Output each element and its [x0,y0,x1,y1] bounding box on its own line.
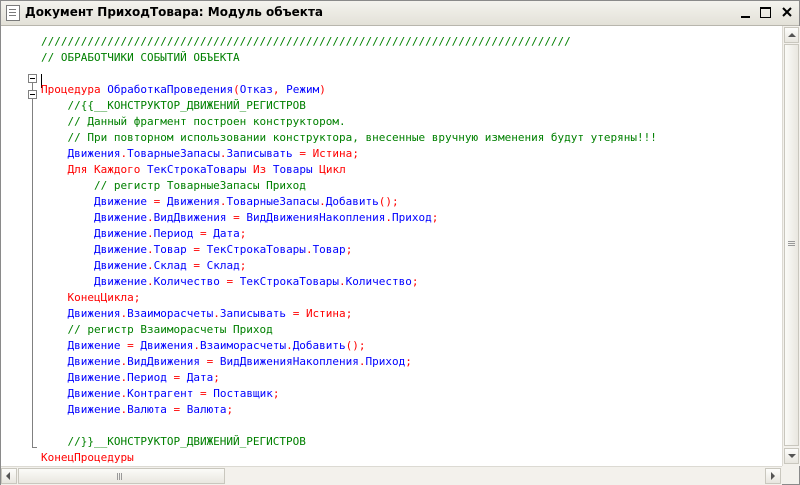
size-grip [782,466,799,484]
code-line: // Данный фрагмент построен конструкторо… [41,115,346,128]
code-line: Движения.Взаиморасчеты.Записывать = Исти… [67,307,353,320]
code-line: Движение.Товар = ТекСтрокаТовары.Товар; [93,243,353,256]
code-line: Движение.Количество = ТекСтрокаТовары.Ко… [93,275,419,288]
horizontal-scroll-thumb[interactable] [18,468,225,484]
code-editor[interactable]: ////////////////////////////////////////… [1,26,782,466]
code-line: ////////////////////////////////////////… [41,35,571,48]
code-line: Для Каждого ТекСтрокаТовары Из Товары Ци… [67,163,346,176]
close-button[interactable] [778,4,796,21]
horizontal-scrollbar[interactable] [1,466,782,485]
code-line: // При повторном использовании конструкт… [41,131,657,144]
title-bar[interactable]: Документ ПриходТовара: Модуль объекта [1,1,799,26]
code-line: Движения.ТоварныеЗапасы.Записывать = Ист… [67,147,359,160]
scroll-up-button[interactable] [784,27,799,43]
close-icon [782,7,792,17]
code-line: КонецПроцедуры [41,451,134,464]
fold-toggle-icon[interactable] [28,90,37,99]
code-line: Процедура ОбработкаПроведения(Отказ, Реж… [41,83,326,96]
fold-end-marker [32,447,37,448]
fold-toggle-icon[interactable] [28,74,37,83]
code-line: КонецЦикла; [67,291,141,304]
vertical-scrollbar[interactable] [782,26,800,466]
scroll-right-button[interactable] [765,468,781,484]
code-line: Движение.Период = Дата; [93,227,247,240]
module-window: Документ ПриходТовара: Модуль объекта //… [0,0,800,485]
window-title: Документ ПриходТовара: Модуль объекта [25,5,324,19]
scroll-down-button[interactable] [784,448,799,464]
code-line: Движение.Склад = Склад; [93,259,247,272]
code-line: Движение.ВидДвижения = ВидДвиженияНакопл… [67,355,412,368]
document-icon [6,5,20,21]
code-line: Движение.Валюта = Валюта; [67,403,234,416]
code-line: // ОБРАБОТЧИКИ СОБЫТИЙ ОБЪЕКТА [41,51,240,64]
code-line: // регистр Взаиморасчеты Приход [41,323,273,336]
code-line: Движение.Период = Дата; [67,371,220,384]
code-line: // регистр ТоварныеЗапасы Приход [41,179,306,192]
code-line: Движение = Движения.Взаиморасчеты.Добави… [67,339,366,352]
vertical-scroll-thumb[interactable] [784,44,799,446]
scroll-left-button[interactable] [1,468,17,484]
maximize-button[interactable] [757,4,775,21]
fold-guide [32,83,33,447]
code-line: //{{__КОНСТРУКТОР_ДВИЖЕНИЙ_РЕГИСТРОВ [41,99,306,112]
code-line: Движение.ВидДвижения = ВидДвиженияНакопл… [93,211,439,224]
code-line: Движение = Движения.ТоварныеЗапасы.Добав… [93,195,399,208]
minimize-button[interactable] [737,4,755,21]
code-line: Движение.Контрагент = Поставщик; [67,387,280,400]
code-line: //}}__КОНСТРУКТОР_ДВИЖЕНИЙ_РЕГИСТРОВ [41,435,306,448]
